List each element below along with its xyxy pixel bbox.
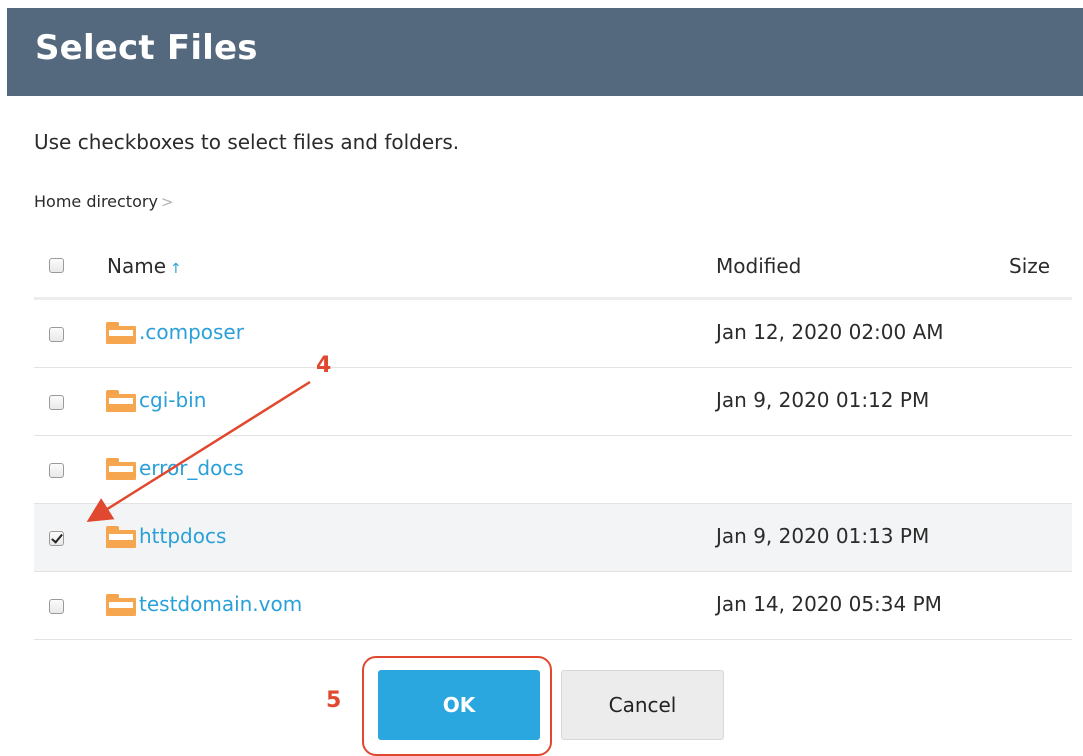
table-header: Name ↑ Modified Size (34, 236, 1072, 300)
modified-date: Jan 9, 2020 01:12 PM (716, 388, 930, 412)
annotation-step-5: 5 (326, 688, 342, 713)
folder-link[interactable]: cgi-bin (139, 388, 206, 412)
breadcrumb: Home directory > (34, 192, 174, 211)
name-header-label: Name (107, 254, 167, 278)
modified-date: Jan 14, 2020 05:34 PM (716, 592, 942, 616)
table-row[interactable]: cgi-bin Jan 9, 2020 01:12 PM (34, 368, 1072, 436)
folder-icon (106, 594, 136, 616)
folder-link[interactable]: .composer (139, 320, 244, 344)
table-row-selected[interactable]: httpdocs Jan 9, 2020 01:13 PM (34, 504, 1072, 572)
column-header-modified[interactable]: Modified (716, 254, 801, 278)
ok-button[interactable]: OK (378, 670, 540, 740)
select-all-checkbox[interactable] (49, 258, 64, 273)
table-row[interactable]: testdomain.vom Jan 14, 2020 05:34 PM (34, 572, 1072, 640)
folder-icon (106, 526, 136, 548)
breadcrumb-home[interactable]: Home directory (34, 192, 158, 211)
folder-link[interactable]: error_docs (139, 456, 244, 480)
cancel-button[interactable]: Cancel (561, 670, 724, 740)
column-header-name[interactable]: Name ↑ (107, 254, 182, 278)
row-checkbox[interactable] (49, 327, 64, 342)
modified-date: Jan 12, 2020 02:00 AM (716, 320, 944, 344)
row-checkbox-checked[interactable] (49, 531, 64, 546)
column-header-size[interactable]: Size (1009, 254, 1050, 278)
folder-link[interactable]: httpdocs (139, 524, 226, 548)
folder-icon (106, 322, 136, 344)
modified-date: Jan 9, 2020 01:13 PM (716, 524, 930, 548)
table-row[interactable]: .composer Jan 12, 2020 02:00 AM (34, 300, 1072, 368)
table-row[interactable]: error_docs (34, 436, 1072, 504)
dialog-title: Select Files (35, 28, 258, 68)
breadcrumb-separator: > (160, 193, 174, 211)
folder-link[interactable]: testdomain.vom (139, 592, 302, 616)
annotation-step-4: 4 (316, 353, 332, 378)
row-checkbox[interactable] (49, 463, 64, 478)
folder-icon (106, 458, 136, 480)
dialog-header: Select Files (7, 8, 1083, 96)
row-checkbox[interactable] (49, 599, 64, 614)
select-files-dialog: Select Files Use checkboxes to select fi… (0, 0, 1083, 756)
folder-icon (106, 390, 136, 412)
row-checkbox[interactable] (49, 395, 64, 410)
instructions-text: Use checkboxes to select files and folde… (34, 130, 460, 154)
sort-ascending-icon: ↑ (170, 261, 182, 277)
